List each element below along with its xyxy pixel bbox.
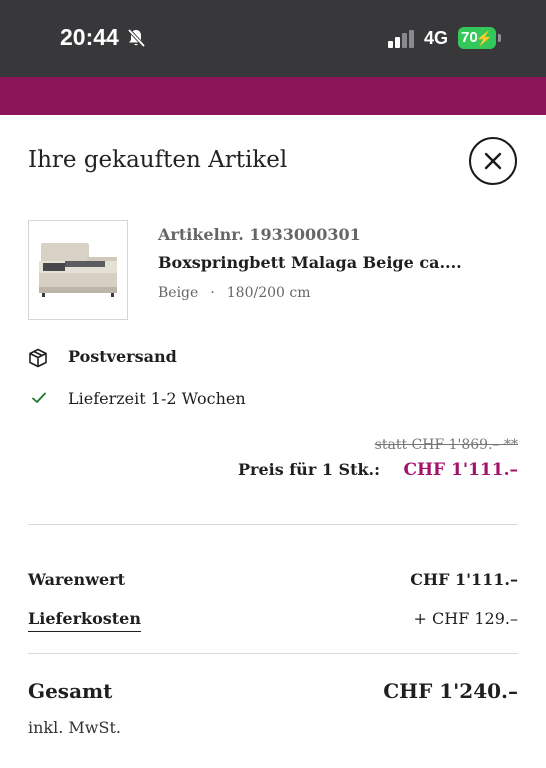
sheet-title: Ihre gekauften Artikel — [28, 147, 288, 173]
bed-illustration — [39, 243, 117, 297]
old-price: statt CHF 1'869.– ** — [374, 437, 518, 453]
status-bar: 20:44 4G 70 ⚡ — [0, 0, 546, 77]
purchased-items-sheet: Ihre gekauften Artikel Artikelnr. 193300… — [0, 115, 546, 768]
status-time: 20:44 — [60, 24, 119, 50]
delivery-time: Lieferzeit 1-2 Wochen — [68, 389, 246, 408]
price-label: Preis für 1 Stk.: — [238, 460, 381, 479]
network-label: 4G — [424, 28, 449, 48]
price-value: CHF 1'111.– — [403, 460, 518, 480]
package-icon — [29, 348, 47, 368]
battery-cap — [498, 34, 501, 42]
product-attributes: Beige · 180/200 cm — [158, 285, 311, 301]
signal-icon — [388, 30, 414, 48]
shipping-costs-link[interactable]: Lieferkosten — [28, 609, 141, 632]
shipping-method: Postversand — [68, 347, 177, 366]
total-value: CHF 1'240.– — [383, 679, 518, 703]
goods-value: CHF 1'111.– — [410, 570, 518, 589]
battery-icon: 70 ⚡ — [458, 27, 496, 49]
brand-header — [0, 77, 546, 117]
charging-icon: ⚡ — [475, 30, 493, 46]
product-name[interactable]: Boxspringbett Malaga Beige ca.... — [158, 253, 462, 272]
divider — [28, 653, 518, 654]
article-number: Artikelnr. 1933000301 — [158, 225, 361, 244]
shipping-costs-label[interactable]: Lieferkosten — [28, 609, 141, 632]
close-icon — [484, 152, 502, 170]
close-button[interactable] — [469, 137, 517, 185]
product-image[interactable] — [28, 220, 128, 320]
attribute-separator: · — [210, 285, 215, 301]
goods-value-label: Warenwert — [28, 570, 125, 589]
shipping-costs-value: + CHF 129.– — [413, 609, 519, 628]
bell-slash-icon — [127, 28, 146, 48]
divider — [28, 524, 518, 525]
product-size: 180/200 cm — [226, 285, 311, 301]
product-color: Beige — [158, 285, 199, 301]
vat-note: inkl. MwSt. — [28, 718, 121, 737]
total-label: Gesamt — [28, 679, 113, 703]
check-icon — [32, 392, 46, 403]
